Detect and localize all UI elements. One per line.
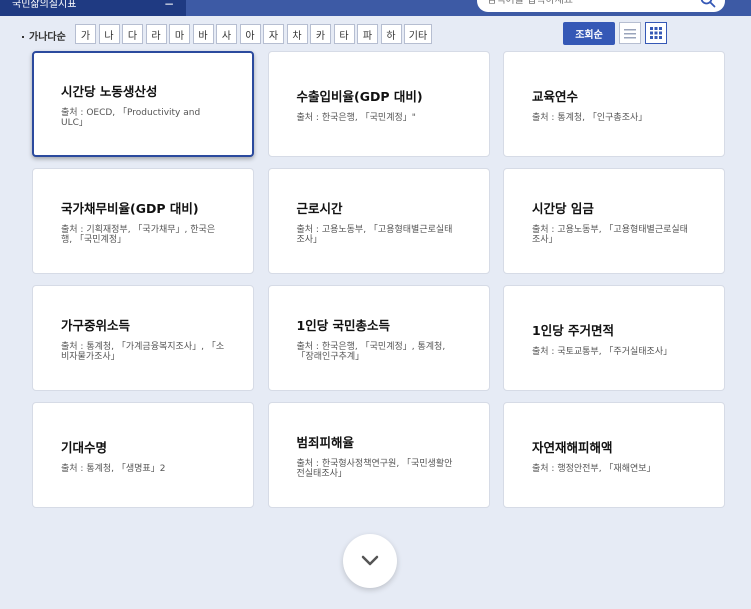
filter-label: 가나다순 — [22, 28, 66, 43]
card-source: 출처 : 한국형사정책연구원, 「국민생활안전실태조사」 — [296, 458, 453, 479]
search-box — [477, 0, 725, 12]
card-source: 출처 : 행정안전부, 「재해연보」 — [532, 463, 656, 474]
card-title: 근로시간 — [296, 200, 343, 216]
letter-button[interactable]: 타 — [333, 24, 355, 44]
letter-button[interactable]: 다 — [122, 24, 143, 44]
load-more-button[interactable] — [343, 534, 397, 588]
letter-button[interactable]: 라 — [145, 24, 167, 44]
indicator-card[interactable]: 교육연수 출처 : 통계청, 「인구총조사」 — [503, 51, 725, 157]
indicator-card[interactable]: 시간당 노동생산성 출처 : OECD, 「Productivity and U… — [32, 51, 254, 157]
card-source: 출처 : OECD, 「Productivity and ULC」 — [61, 107, 201, 128]
letter-button[interactable]: 파 — [357, 24, 378, 44]
card-title: 시간당 임금 — [532, 200, 594, 216]
letter-button[interactable]: 바 — [192, 24, 214, 44]
card-title: 1인당 국민총소득 — [296, 317, 391, 333]
letter-button[interactable]: 차 — [286, 24, 308, 44]
letter-button[interactable]: 마 — [169, 24, 190, 44]
card-title: 국가채무비율(GDP 대비) — [61, 200, 199, 216]
collapse-icon[interactable]: − — [164, 0, 174, 10]
card-source: 출처 : 통계청, 「생명표」2 — [61, 463, 166, 474]
letter-button[interactable]: 아 — [239, 24, 261, 44]
indicator-card[interactable]: 가구중위소득 출처 : 통계청, 「가계금융복지조사」, 「소비자물가조사」 — [32, 285, 254, 391]
list-view-button[interactable] — [619, 22, 641, 44]
indicator-card[interactable]: 범죄피해율 출처 : 한국형사정책연구원, 「국민생활안전실태조사」 — [267, 402, 490, 508]
category-tab[interactable]: 국민삶의질지표 − — [0, 0, 186, 16]
search-input[interactable] — [487, 0, 687, 7]
card-source: 출처 : 통계청, 「인구총조사」 — [532, 112, 648, 123]
card-source: 출처 : 한국은행, 「국민계정」" — [296, 112, 416, 123]
indicator-card[interactable]: 국가채무비율(GDP 대비) 출처 : 기획재정부, 「국가채무」, 한국은행,… — [32, 168, 254, 274]
letter-button[interactable]: 카 — [310, 24, 331, 44]
letter-button[interactable]: 하 — [380, 24, 402, 44]
indicator-card[interactable]: 근로시간 출처 : 고용노동부, 「고용형태별근로실태조사」 — [267, 168, 490, 274]
card-source: 출처 : 고용노동부, 「고용형태별근로실태조사」 — [296, 224, 453, 245]
card-title: 수출입비율(GDP 대비) — [296, 88, 423, 104]
sort-by-views-button[interactable]: 조회순 — [563, 22, 615, 45]
indicator-card-grid: 시간당 노동생산성 출처 : OECD, 「Productivity and U… — [32, 51, 725, 508]
letter-button[interactable]: 나 — [98, 24, 120, 44]
indicator-card[interactable]: 1인당 국민총소득 출처 : 한국은행, 「국민계정」, 통계청, 「장래인구추… — [267, 285, 490, 391]
top-bar: 국민삶의질지표 − — [0, 0, 751, 16]
letter-buttons: 가 나 다 라 마 바 사 아 자 차 카 타 파 하 기타 — [75, 24, 432, 44]
chevron-down-icon — [361, 552, 379, 571]
grid-view-button[interactable] — [645, 22, 667, 44]
search-icon[interactable] — [699, 0, 717, 8]
card-source: 출처 : 기획재정부, 「국가채무」, 한국은행, 「국민계정」 — [61, 224, 216, 245]
card-title: 범죄피해율 — [296, 434, 355, 450]
card-title: 시간당 노동생산성 — [61, 83, 158, 99]
card-title: 1인당 주거면적 — [532, 322, 615, 338]
card-source: 출처 : 통계청, 「가계금융복지조사」, 「소비자물가조사」 — [61, 341, 225, 362]
indicator-card[interactable]: 수출입비율(GDP 대비) 출처 : 한국은행, 「국민계정」" — [267, 51, 490, 157]
letter-button[interactable]: 사 — [216, 24, 237, 44]
list-view-icon — [624, 24, 636, 43]
indicator-card[interactable]: 시간당 임금 출처 : 고용노동부, 「고용형태별근로실태조사」 — [503, 168, 725, 274]
card-source: 출처 : 고용노동부, 「고용형태별근로실태조사」 — [532, 224, 688, 245]
letter-button[interactable]: 자 — [263, 24, 284, 44]
category-tab-label: 국민삶의질지표 — [12, 0, 77, 10]
card-source: 출처 : 한국은행, 「국민계정」, 통계청, 「장래인구추계」 — [296, 341, 446, 362]
card-title: 기대수명 — [61, 439, 108, 455]
letter-button[interactable]: 가 — [75, 24, 96, 44]
card-title: 가구중위소득 — [61, 317, 131, 333]
grid-view-icon — [650, 24, 662, 43]
indicator-card[interactable]: 자연재해피해액 출처 : 행정안전부, 「재해연보」 — [503, 402, 725, 508]
card-title: 자연재해피해액 — [532, 439, 613, 455]
letter-button-other[interactable]: 기타 — [404, 24, 432, 44]
indicator-card[interactable]: 기대수명 출처 : 통계청, 「생명표」2 — [32, 402, 254, 508]
card-source: 출처 : 국토교통부, 「주거실태조사」 — [532, 346, 673, 357]
indicator-card[interactable]: 1인당 주거면적 출처 : 국토교통부, 「주거실태조사」 — [503, 285, 725, 391]
card-title: 교육연수 — [532, 88, 579, 104]
